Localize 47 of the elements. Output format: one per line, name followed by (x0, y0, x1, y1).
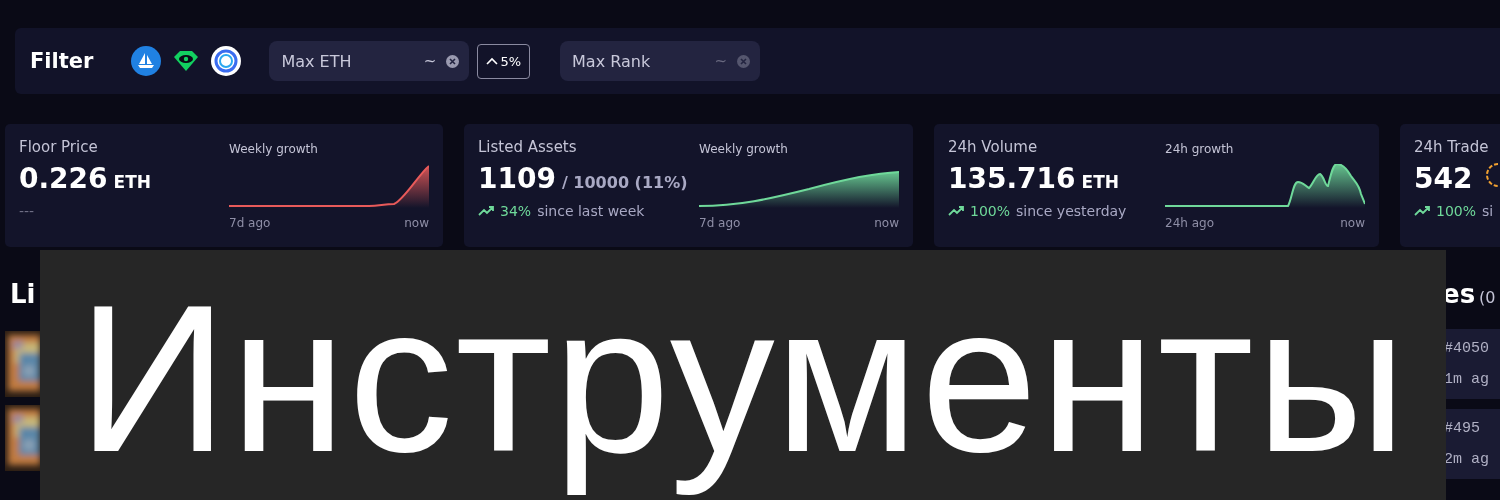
change-period: si (1482, 203, 1494, 219)
banner-title: Инструменты (77, 260, 1409, 498)
step-button[interactable]: 5% (477, 43, 530, 79)
change-percent: 100% (970, 203, 1011, 219)
range-input[interactable]: Max ETH (279, 50, 414, 72)
clear-icon[interactable] (446, 54, 460, 68)
range-field[interactable]: Max ETH ~ (269, 41, 470, 81)
token-id: #4050 (1443, 340, 1490, 357)
trending-up-icon (948, 206, 964, 216)
chart-label: Weekly growth (229, 142, 319, 156)
range-separator: ~ (423, 52, 437, 70)
stat-value: 1109 (478, 162, 556, 195)
change-period: since yesterday (1016, 203, 1127, 219)
stat-unit: ETH (1081, 172, 1119, 192)
chart-label: 24h growth (1165, 142, 1235, 156)
chart-label: Weekly growth (699, 142, 789, 156)
stat-unit: ETH (113, 172, 151, 192)
trending-up-icon (478, 206, 494, 216)
stat-title: 24h Trade (1414, 138, 1490, 156)
axis-label: 24h ago (1165, 216, 1214, 230)
sales-count: (0 (1479, 288, 1496, 307)
change-percent: 100% (1436, 203, 1477, 219)
axis-label: 7d ago (229, 216, 271, 230)
axis-label: now (874, 216, 899, 230)
token-id: #495 (1443, 420, 1481, 437)
section-heading: Li (10, 279, 37, 309)
ring-icon[interactable] (211, 46, 242, 76)
caret-icon (486, 57, 499, 65)
range-input[interactable]: Max Rank (570, 50, 705, 72)
change-period: since last week (537, 203, 645, 219)
change-percent: 34% (500, 203, 532, 219)
stat-total: / 10000 (11%) (561, 173, 688, 192)
axis-label: now (1340, 216, 1365, 230)
axis-label: now (404, 216, 429, 230)
trending-up-icon (1414, 206, 1430, 216)
stat-title: 24h Volume (948, 138, 1039, 156)
stat-value: 135.716 (948, 162, 1076, 195)
stat-value: 0.226 (19, 162, 108, 195)
range-separator: ~ (714, 52, 727, 70)
sale-time: 1m ag (1443, 371, 1490, 388)
sailboat-icon[interactable] (131, 46, 162, 76)
filter-title: Filter (30, 49, 94, 73)
stat-note: --- (19, 203, 35, 219)
stat-title: Listed Assets (478, 138, 578, 156)
axis-label: 7d ago (699, 216, 741, 230)
stat-title: Floor Price (19, 138, 99, 156)
stat-value: 542 (1414, 162, 1473, 195)
